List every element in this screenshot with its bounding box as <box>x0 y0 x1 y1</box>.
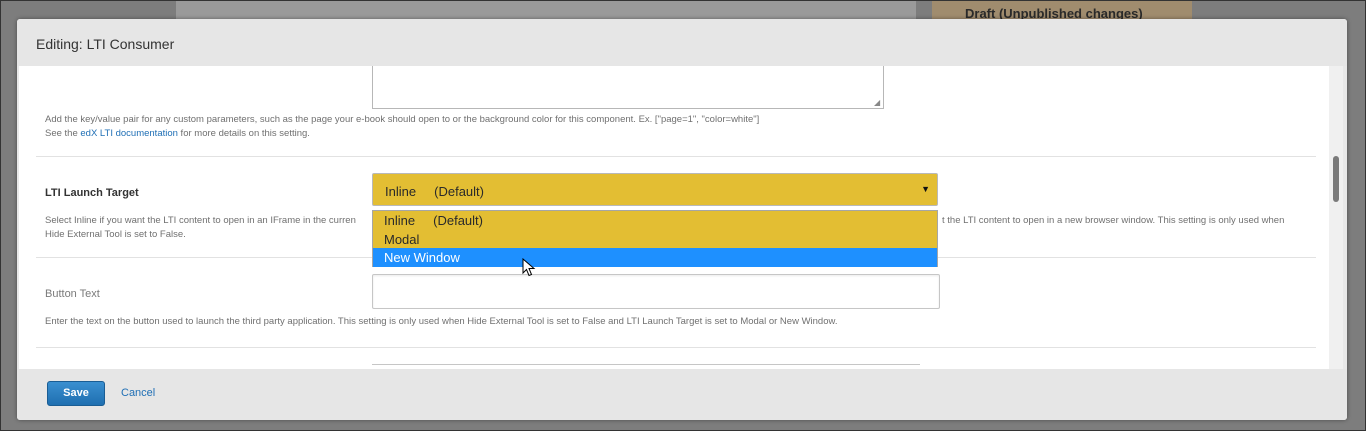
button-text-input[interactable] <box>372 274 940 309</box>
custom-parameters-textarea[interactable]: ◢ <box>372 66 884 109</box>
settings-panel[interactable]: ◢ Add the key/value pair for any custom … <box>19 66 1343 369</box>
modal-title: Editing: LTI Consumer <box>36 36 175 52</box>
button-text-help: Enter the text on the button used to lau… <box>45 316 838 327</box>
settings-scrollbar[interactable] <box>1329 66 1343 369</box>
resize-grip-icon[interactable]: ◢ <box>874 99 882 107</box>
launch-target-help-left: Select Inline if you want the LTI conten… <box>45 215 356 226</box>
edx-lti-documentation-link[interactable]: edX LTI documentation <box>80 128 178 139</box>
option-new-window[interactable]: New Window <box>373 248 937 267</box>
cancel-link[interactable]: Cancel <box>121 387 155 399</box>
arrow-cursor-icon <box>522 258 536 277</box>
option-inline[interactable]: Inline (Default) <box>373 211 937 230</box>
launch-target-label: LTI Launch Target <box>45 187 139 199</box>
modal-footer: Save Cancel <box>17 369 1347 420</box>
launch-target-selected-value: Inline (Default) <box>385 184 484 199</box>
save-button[interactable]: Save <box>47 381 105 406</box>
editor-modal: Editing: LTI Consumer ◢ Add the key/valu… <box>17 19 1347 420</box>
background-editor-strip <box>176 0 916 20</box>
launch-target-options[interactable]: Inline (Default) Modal New Window <box>372 210 938 267</box>
launch-target-help-right: t the LTI content to open in a new brows… <box>942 215 1285 226</box>
scrollbar-thumb[interactable] <box>1333 156 1339 202</box>
launch-target-select[interactable]: Inline (Default) ▼ <box>372 173 938 206</box>
divider <box>36 347 1316 348</box>
launch-target-help-line2: Hide External Tool is set to False. <box>45 229 186 240</box>
custom-parameters-help-line: Add the key/value pair for any custom pa… <box>45 114 760 125</box>
triangle-down-icon[interactable]: ▼ <box>921 184 930 194</box>
option-modal[interactable]: Modal <box>373 230 937 249</box>
custom-parameters-help-see: See the edX LTI documentation for more d… <box>45 128 310 139</box>
custom-parameters-help: Add the key/value pair for any custom pa… <box>45 113 759 141</box>
button-text-label: Button Text <box>45 288 100 300</box>
modal-header: Editing: LTI Consumer <box>17 19 1347 66</box>
divider <box>36 156 1316 157</box>
